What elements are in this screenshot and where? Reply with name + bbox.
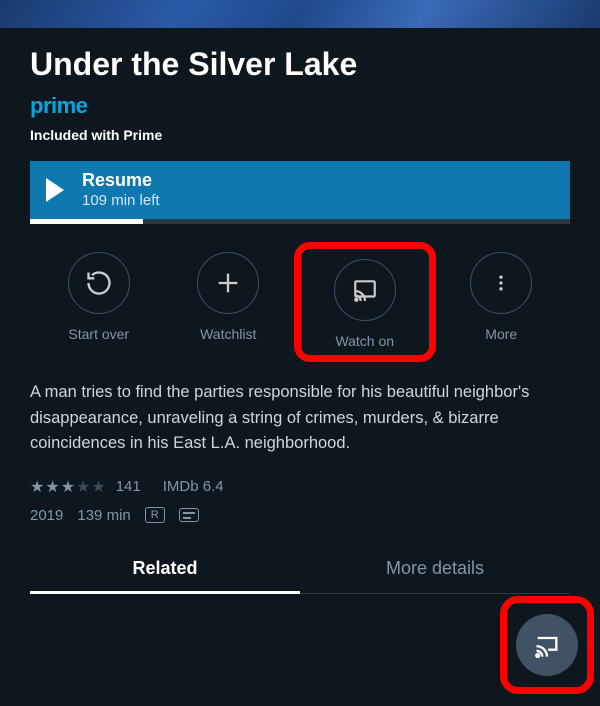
- rating-row: ★ ★ ★ ★ ★ 141 IMDb 6.4: [30, 477, 570, 497]
- progress-bar: [30, 219, 570, 224]
- subtitles-icon: [179, 508, 199, 522]
- runtime: 139 min: [77, 507, 130, 524]
- cast-icon: [533, 631, 561, 659]
- prime-logo: prime: [30, 93, 87, 119]
- resume-button[interactable]: Resume 109 min left: [30, 161, 570, 219]
- progress-fill: [30, 219, 143, 224]
- watch-on-label: Watch on: [335, 333, 394, 349]
- star-icon: ★: [91, 477, 105, 497]
- watchlist-label: Watchlist: [200, 326, 256, 342]
- mpaa-rating-badge: R: [145, 507, 165, 523]
- star-rating[interactable]: ★ ★ ★ ★ ★: [30, 477, 106, 497]
- hero-backdrop-strip: [0, 0, 600, 28]
- star-icon: ★: [61, 477, 75, 497]
- restart-icon: [85, 269, 113, 297]
- imdb-score: IMDb 6.4: [163, 478, 224, 495]
- more-button[interactable]: More: [451, 252, 551, 356]
- watchlist-button[interactable]: Watchlist: [178, 252, 278, 356]
- resume-label: Resume: [82, 170, 160, 192]
- star-icon: ★: [76, 477, 90, 497]
- start-over-label: Start over: [68, 326, 129, 342]
- cast-fab-button[interactable]: [516, 614, 578, 676]
- cast-icon: [352, 277, 378, 303]
- star-icon: ★: [45, 477, 59, 497]
- release-year: 2019: [30, 507, 63, 524]
- tab-related[interactable]: Related: [30, 558, 300, 593]
- rating-count: 141: [116, 478, 141, 495]
- star-icon: ★: [30, 477, 44, 497]
- resume-time-left: 109 min left: [82, 192, 160, 210]
- meta-row: 2019 139 min R: [30, 507, 570, 524]
- included-with-prime-label: Included with Prime: [30, 127, 570, 143]
- plus-icon: [214, 269, 242, 297]
- start-over-button[interactable]: Start over: [49, 252, 149, 356]
- more-label: More: [485, 326, 517, 342]
- tab-active-indicator: [30, 591, 300, 594]
- play-icon: [46, 178, 64, 202]
- watch-on-button[interactable]: Watch on: [315, 259, 415, 349]
- movie-title: Under the Silver Lake: [30, 46, 570, 83]
- tab-bar: Related More details: [30, 558, 570, 594]
- tab-more-details[interactable]: More details: [300, 558, 570, 593]
- annotation-highlight-watch-on: Watch on: [294, 242, 436, 362]
- synopsis-text: A man tries to find the parties responsi…: [30, 380, 570, 457]
- more-vertical-icon: [491, 270, 511, 296]
